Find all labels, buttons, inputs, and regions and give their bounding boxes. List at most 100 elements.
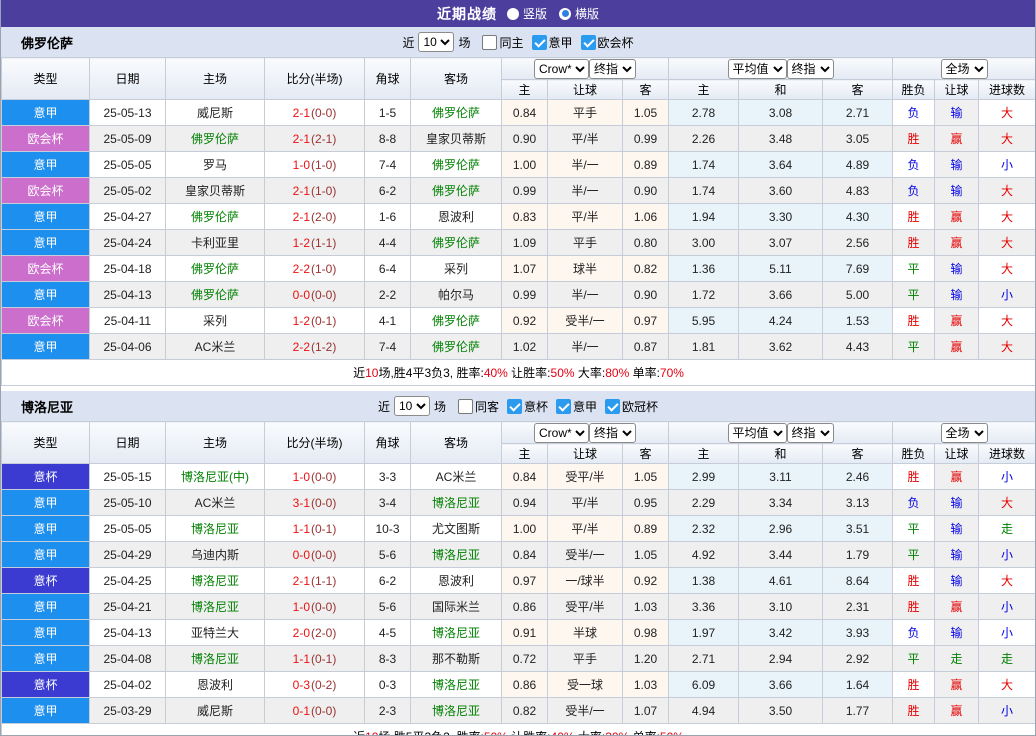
filter-option-same-home[interactable]: 同主 <box>482 34 523 51</box>
checkbox-coppa-italia[interactable] <box>507 399 522 414</box>
home-odds: 0.84 <box>502 542 548 568</box>
avg-home-odds: 2.29 <box>669 490 739 516</box>
competition-badge: 意甲 <box>2 100 90 126</box>
result-outcome: 负 <box>893 620 935 646</box>
avg-draw-odds: 3.64 <box>739 152 823 178</box>
layout-option-horizontal[interactable]: 横版 <box>559 5 599 22</box>
radio-horizontal-icon[interactable] <box>559 8 571 20</box>
away-team: 博洛尼亚 <box>411 490 502 516</box>
odds-provider-group: Crow*终指 <box>502 58 669 80</box>
final-odds-select-2[interactable]: 终指 <box>787 423 834 443</box>
corners: 1-6 <box>365 204 411 230</box>
final-odds-select[interactable]: 终指 <box>589 59 636 79</box>
half-time-score: (0-0) <box>311 288 336 302</box>
avg-draw-odds: 3.62 <box>739 334 823 360</box>
sub-avg-home: 主 <box>669 80 739 100</box>
filter-option-coppa-italia[interactable]: 意杯 <box>507 398 548 415</box>
corners: 2-3 <box>365 698 411 724</box>
checkbox-champions-league[interactable] <box>605 399 620 414</box>
result-goals: 大 <box>979 672 1036 698</box>
checkbox-serie-a[interactable] <box>556 399 571 414</box>
checkbox-same-home[interactable] <box>482 35 497 50</box>
result-handicap: 输 <box>935 568 979 594</box>
match-count-select[interactable]: 10 <box>418 32 454 52</box>
filter-option-same-away[interactable]: 同客 <box>458 398 499 415</box>
average-odds-select[interactable]: 平均值 <box>728 423 787 443</box>
result-goals: 大 <box>979 230 1036 256</box>
final-odds-select-2[interactable]: 终指 <box>787 59 834 79</box>
match-count-select[interactable]: 10 <box>394 396 430 416</box>
away-team: 佛罗伦萨 <box>411 334 502 360</box>
radio-vertical-icon[interactable] <box>507 8 519 20</box>
filter-option-label: 意甲 <box>549 34 573 51</box>
result-outcome: 平 <box>893 334 935 360</box>
avg-draw-odds: 5.11 <box>739 256 823 282</box>
score-cell: 0-1(0-0) <box>265 698 365 724</box>
result-handicap: 输 <box>935 178 979 204</box>
filter-option-conference-league[interactable]: 欧会杯 <box>581 34 634 51</box>
col-type: 类型 <box>2 58 90 100</box>
full-time-score: 2-1 <box>293 210 310 224</box>
final-odds-select[interactable]: 终指 <box>589 423 636 443</box>
half-time-score: (1-1) <box>311 574 336 588</box>
checkbox-same-away[interactable] <box>458 399 473 414</box>
result-goals: 走 <box>979 646 1036 672</box>
avg-away-odds: 3.05 <box>823 126 893 152</box>
competition-badge: 欧会杯 <box>2 256 90 282</box>
odds-provider-select[interactable]: Crow* <box>534 423 589 443</box>
away-odds: 0.90 <box>623 282 669 308</box>
away-odds: 1.05 <box>623 542 669 568</box>
team-section: 博洛尼亚近10场同客意杯意甲欧冠杯类型日期主场比分(半场)角球客场Crow*终指… <box>1 391 1035 736</box>
handicap-line: 受半/一 <box>548 542 623 568</box>
full-time-score: 1-1 <box>293 652 310 666</box>
table-row: 意杯25-04-02恩波利0-3(0-2)0-3博洛尼亚0.86受一球1.036… <box>2 672 1036 698</box>
checkbox-serie-a[interactable] <box>532 35 547 50</box>
average-odds-select[interactable]: 平均值 <box>728 59 787 79</box>
home-odds: 0.84 <box>502 100 548 126</box>
sub-away-odds: 客 <box>623 444 669 464</box>
checkbox-conference-league[interactable] <box>581 35 596 50</box>
corners: 5-6 <box>365 594 411 620</box>
result-outcome: 胜 <box>893 204 935 230</box>
handicap-line: 半/一 <box>548 282 623 308</box>
away-odds: 1.03 <box>623 672 669 698</box>
corners: 6-4 <box>365 256 411 282</box>
home-odds: 0.99 <box>502 282 548 308</box>
home-team: 博洛尼亚 <box>166 568 265 594</box>
competition-badge: 欧会杯 <box>2 178 90 204</box>
competition-badge: 意甲 <box>2 490 90 516</box>
result-handicap: 赢 <box>935 698 979 724</box>
score-cell: 3-1(0-0) <box>265 490 365 516</box>
table-footer: 近10场,胜4平3负3, 胜率:40% 让胜率:50% 大率:80% 单率:70… <box>2 360 1036 386</box>
layout-option-vertical[interactable]: 竖版 <box>507 5 547 22</box>
corners: 5-6 <box>365 542 411 568</box>
result-goals: 小 <box>979 594 1036 620</box>
table-row: 欧会杯25-05-02皇家贝蒂斯2-1(1-0)6-2佛罗伦萨0.99半/一0.… <box>2 178 1036 204</box>
filter-option-serie-a[interactable]: 意甲 <box>532 34 573 51</box>
score-cell: 0-0(0-0) <box>265 282 365 308</box>
result-goals: 大 <box>979 126 1036 152</box>
avg-away-odds: 3.13 <box>823 490 893 516</box>
panel-titlebar: 近期战绩 竖版横版 <box>1 0 1035 27</box>
filter-option-serie-a[interactable]: 意甲 <box>556 398 597 415</box>
summary-segment: 10 <box>365 366 378 380</box>
full-match-select[interactable]: 全场 <box>941 423 988 443</box>
odds-provider-select[interactable]: Crow* <box>534 59 589 79</box>
half-time-score: (0-1) <box>311 522 336 536</box>
team-sections: 佛罗伦萨近10场同主意甲欧会杯类型日期主场比分(半场)角球客场Crow*终指平均… <box>1 27 1035 736</box>
home-odds: 0.92 <box>502 308 548 334</box>
avg-draw-odds: 3.42 <box>739 620 823 646</box>
competition-badge: 意甲 <box>2 230 90 256</box>
score-cell: 2-1(2-0) <box>265 204 365 230</box>
table-row: 意甲25-04-21博洛尼亚1-0(0-0)5-6国际米兰0.86受平/半1.0… <box>2 594 1036 620</box>
full-time-score: 0-1 <box>293 704 310 718</box>
handicap-line: 受半/一 <box>548 308 623 334</box>
handicap-line: 平手 <box>548 100 623 126</box>
avg-home-odds: 2.78 <box>669 100 739 126</box>
filter-option-champions-league[interactable]: 欧冠杯 <box>605 398 658 415</box>
full-match-select[interactable]: 全场 <box>941 59 988 79</box>
full-time-score: 1-0 <box>293 600 310 614</box>
filter-option-label: 同主 <box>499 34 523 51</box>
half-time-score: (0-0) <box>311 496 336 510</box>
home-team: 威尼斯 <box>166 100 265 126</box>
